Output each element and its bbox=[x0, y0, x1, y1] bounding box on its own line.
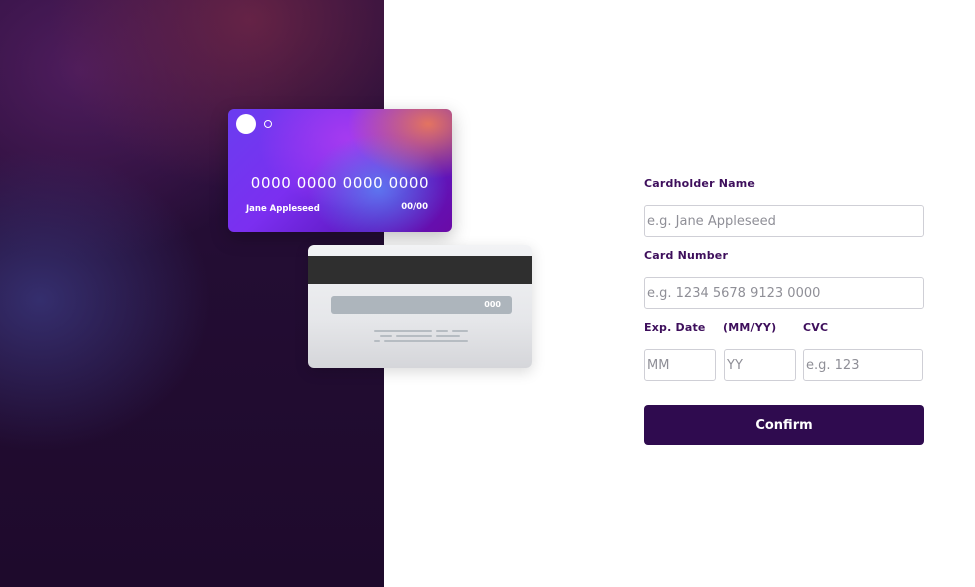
card-cvc-display: 000 bbox=[484, 300, 501, 309]
card-fine-print bbox=[374, 330, 470, 346]
card-front: 0000 0000 0000 0000 Jane Appleseed 00/00 bbox=[228, 109, 452, 232]
cardholder-name-label: Cardholder Name bbox=[644, 177, 756, 190]
card-logo-circle-icon bbox=[236, 114, 256, 134]
card-number-display: 0000 0000 0000 0000 bbox=[250, 174, 430, 192]
cardholder-name-input[interactable] bbox=[644, 205, 924, 237]
card-number-input[interactable] bbox=[644, 277, 924, 309]
exp-year-input[interactable] bbox=[724, 349, 796, 381]
magnetic-stripe bbox=[308, 256, 532, 284]
card-holder-display: Jane Appleseed bbox=[246, 204, 320, 214]
exp-month-input[interactable] bbox=[644, 349, 716, 381]
card-expiry-display: 00/00 bbox=[401, 202, 428, 212]
signature-strip: 000 bbox=[331, 296, 512, 314]
exp-format-label: (MM/YY) bbox=[723, 321, 777, 334]
confirm-button[interactable]: Confirm bbox=[644, 405, 924, 445]
cvc-label: CVC bbox=[803, 321, 829, 334]
card-back: 000 bbox=[308, 245, 532, 368]
cvc-input[interactable] bbox=[803, 349, 923, 381]
card-details-page: 0000 0000 0000 0000 Jane Appleseed 00/00… bbox=[0, 0, 975, 587]
exp-date-label: Exp. Date bbox=[644, 321, 706, 334]
card-logo-ring-icon bbox=[264, 120, 272, 128]
card-number-label: Card Number bbox=[644, 249, 729, 262]
